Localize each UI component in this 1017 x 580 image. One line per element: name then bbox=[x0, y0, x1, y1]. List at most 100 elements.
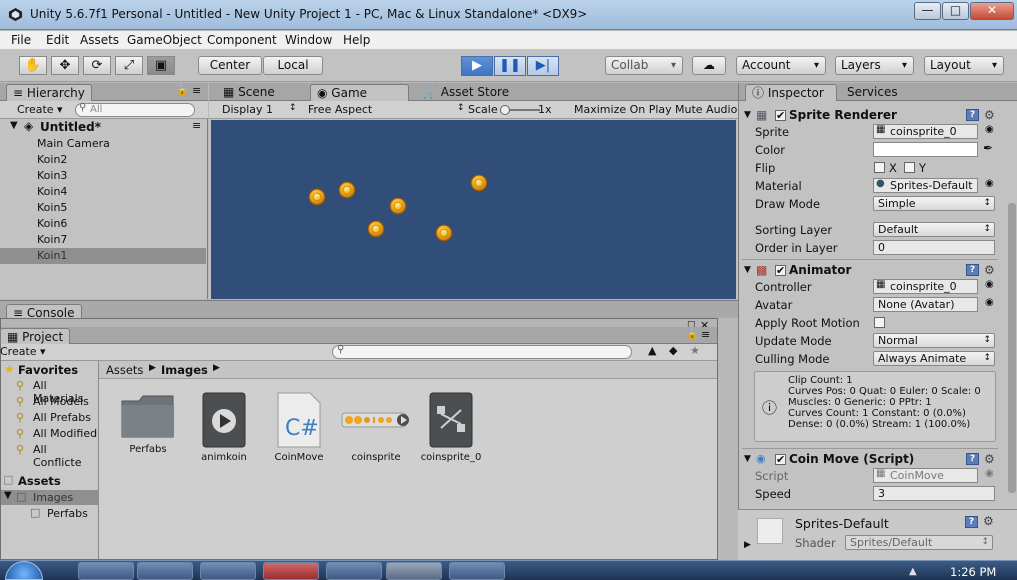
hierarchy-item[interactable]: Koin5 bbox=[0, 200, 206, 216]
taskbar-word-icon[interactable] bbox=[326, 562, 382, 580]
apply-root-motion-checkbox[interactable] bbox=[874, 317, 885, 328]
layers-dropdown[interactable]: Layers bbox=[835, 56, 914, 75]
close-window-button[interactable]: ✕ bbox=[970, 2, 1014, 20]
taskbar-firefox-icon[interactable] bbox=[78, 562, 134, 580]
gear-icon[interactable]: ⚙ bbox=[984, 262, 995, 278]
cloud-icon[interactable]: ☁ bbox=[692, 56, 726, 75]
menu-assets[interactable]: Assets bbox=[80, 33, 119, 47]
rotate-tool-icon[interactable]: ⟳ bbox=[83, 56, 111, 75]
pause-button[interactable]: ❚❚ bbox=[494, 56, 526, 76]
taskbar-explorer-icon[interactable] bbox=[200, 562, 256, 580]
account-dropdown[interactable]: Account bbox=[736, 56, 826, 75]
taskbar-media-icon[interactable] bbox=[137, 562, 193, 580]
taskbar-unity-icon[interactable] bbox=[386, 562, 442, 580]
aspect-dropdown[interactable]: Free Aspect bbox=[308, 103, 372, 116]
asset-item[interactable]: animkoin bbox=[189, 391, 259, 463]
scale-tool-icon[interactable]: ⤢ bbox=[115, 56, 143, 75]
play-button[interactable]: ▶ bbox=[461, 56, 493, 76]
menu-window[interactable]: Window bbox=[285, 33, 332, 47]
help-icon[interactable]: ? bbox=[966, 264, 979, 276]
culling-mode-dropdown[interactable]: Always Animate bbox=[873, 351, 995, 366]
breadcrumb-item[interactable]: Images bbox=[161, 363, 208, 377]
hierarchy-item[interactable]: Koin7 bbox=[0, 232, 206, 248]
menu-file[interactable]: File bbox=[11, 33, 31, 47]
tab-inspector[interactable]: ⓘ Inspector bbox=[745, 84, 837, 101]
inspector-scrollbar[interactable] bbox=[1008, 203, 1016, 493]
gear-icon[interactable]: ⚙ bbox=[983, 514, 994, 528]
foldout-arrow-icon[interactable]: ▼ bbox=[744, 107, 751, 123]
hierarchy-create-dropdown[interactable]: Create ▾ bbox=[17, 103, 63, 116]
update-mode-dropdown[interactable]: Normal bbox=[873, 333, 995, 348]
help-icon[interactable]: ? bbox=[965, 516, 978, 528]
minimize-button[interactable]: — bbox=[914, 2, 941, 20]
sprite-field[interactable]: coinsprite_0 bbox=[873, 124, 978, 139]
hand-tool-icon[interactable]: ✋ bbox=[19, 56, 47, 75]
favorite-item[interactable]: All Conflicte bbox=[33, 443, 98, 469]
eyedropper-icon[interactable]: ✒ bbox=[983, 141, 993, 155]
hierarchy-item[interactable]: Koin2 bbox=[0, 152, 206, 168]
hierarchy-item[interactable]: Koin4 bbox=[0, 184, 206, 200]
panel-menu-icon[interactable]: ≡ bbox=[192, 84, 201, 97]
coin-move-header[interactable]: ▼ ◉ Coin Move (Script) ? ⚙ bbox=[742, 451, 1000, 468]
tab-scene[interactable]: ▦ Scene bbox=[217, 84, 281, 101]
hierarchy-item[interactable]: Koin3 bbox=[0, 168, 206, 184]
help-icon[interactable]: ? bbox=[966, 109, 979, 121]
favorite-item[interactable]: All Modified bbox=[33, 427, 97, 440]
tab-services[interactable]: Services bbox=[841, 84, 904, 101]
sprite-renderer-enabled-checkbox[interactable] bbox=[775, 108, 786, 124]
clock-time[interactable]: 1:26 PM bbox=[950, 565, 996, 579]
shader-dropdown[interactable]: Sprites/Default bbox=[845, 535, 993, 550]
favorite-star-icon[interactable]: ★ bbox=[690, 344, 700, 357]
tab-console[interactable]: ≡ Console bbox=[6, 304, 82, 319]
move-tool-icon[interactable]: ✥ bbox=[51, 56, 79, 75]
project-search-input[interactable] bbox=[332, 345, 632, 359]
filter-label-icon[interactable]: ◆ bbox=[669, 344, 677, 357]
flip-y-checkbox[interactable] bbox=[904, 162, 915, 173]
draw-mode-dropdown[interactable]: Simple bbox=[873, 196, 995, 211]
foldout-arrow-icon[interactable]: ▼ bbox=[744, 262, 751, 278]
tray-icon[interactable]: ▲ bbox=[909, 566, 917, 577]
animator-enabled-checkbox[interactable] bbox=[775, 263, 786, 279]
gear-icon[interactable]: ⚙ bbox=[984, 451, 995, 467]
layout-dropdown[interactable]: Layout bbox=[924, 56, 1004, 75]
scale-slider-handle[interactable] bbox=[500, 105, 510, 115]
hierarchy-item-selected[interactable]: Koin1 bbox=[0, 248, 206, 264]
menu-edit[interactable]: Edit bbox=[46, 33, 69, 47]
collab-dropdown[interactable]: Collab bbox=[605, 56, 683, 75]
object-picker-icon[interactable]: ◉ bbox=[985, 297, 994, 308]
sorting-layer-dropdown[interactable]: Default bbox=[873, 222, 995, 237]
help-icon[interactable]: ? bbox=[966, 453, 979, 465]
object-picker-icon[interactable]: ◉ bbox=[985, 124, 994, 135]
maximize-on-play-toggle[interactable]: Maximize On Play bbox=[574, 103, 672, 116]
pivot-local-button[interactable]: Local bbox=[263, 56, 323, 75]
tree-item-selected[interactable]: ▼ □ Images bbox=[1, 490, 99, 505]
menu-help[interactable]: Help bbox=[343, 33, 370, 47]
menu-component[interactable]: Component bbox=[207, 33, 277, 47]
hierarchy-item[interactable]: Main Camera bbox=[0, 136, 206, 152]
maximize-button[interactable]: □ bbox=[942, 2, 969, 20]
color-swatch[interactable] bbox=[873, 142, 978, 157]
scene-header[interactable]: ▼ ◈ Untitled* ≡ bbox=[0, 119, 208, 135]
foldout-arrow-icon[interactable]: ▼ bbox=[4, 490, 12, 501]
filter-type-icon[interactable]: ▲ bbox=[648, 344, 656, 357]
display-dropdown[interactable]: Display 1 bbox=[222, 103, 273, 116]
avatar-field[interactable]: None (Avatar) bbox=[873, 297, 978, 312]
lock-icon[interactable]: 🔒 bbox=[686, 329, 698, 340]
favorite-item[interactable]: All Prefabs bbox=[33, 411, 91, 424]
pivot-center-button[interactable]: Center bbox=[198, 56, 262, 75]
taskbar-network-icon[interactable] bbox=[449, 562, 505, 580]
asset-item[interactable]: coinsprite bbox=[341, 391, 411, 463]
foldout-arrow-icon[interactable]: ▶ bbox=[744, 540, 751, 550]
speed-field[interactable]: 3 bbox=[873, 486, 995, 501]
order-in-layer-field[interactable]: 0 bbox=[873, 240, 995, 255]
tab-hierarchy[interactable]: ≡ Hierarchy bbox=[6, 84, 92, 101]
hierarchy-search-input[interactable]: All bbox=[75, 103, 195, 117]
scene-menu-icon[interactable]: ≡ bbox=[192, 119, 201, 132]
coin-move-enabled-checkbox[interactable] bbox=[775, 452, 786, 468]
material-field[interactable]: Sprites-Default bbox=[873, 178, 978, 193]
tab-asset-store[interactable]: 🛒 Asset Store bbox=[416, 84, 515, 101]
panel-menu-icon[interactable]: ≡ bbox=[701, 328, 710, 341]
mute-audio-toggle[interactable]: Mute Audio bbox=[675, 103, 737, 116]
asset-item[interactable]: Perfabs bbox=[113, 391, 183, 455]
hierarchy-item[interactable]: Koin6 bbox=[0, 216, 206, 232]
